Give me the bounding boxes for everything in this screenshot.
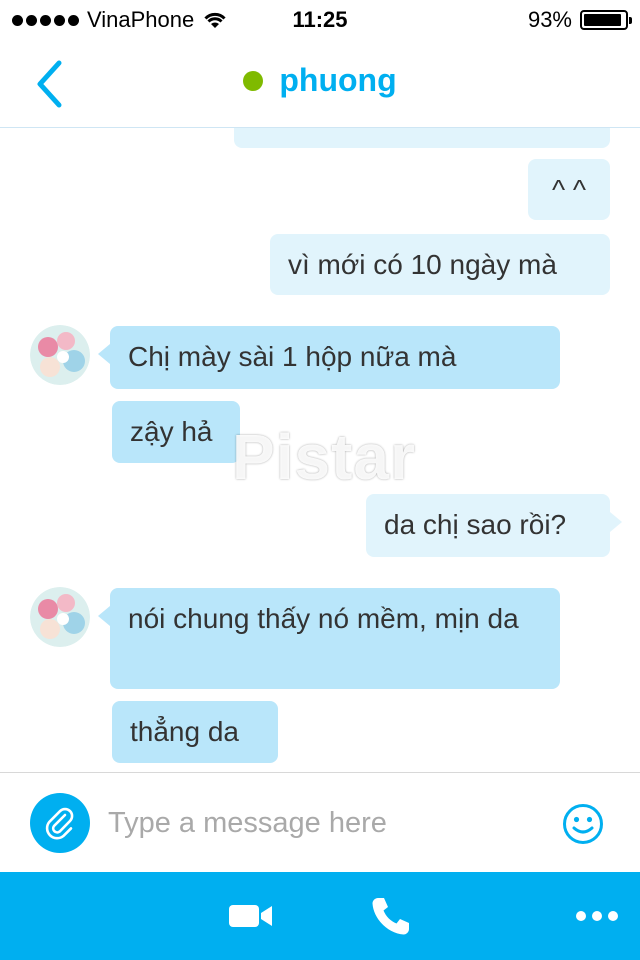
phone-icon <box>372 898 409 935</box>
message-bubble-incoming[interactable]: thẳng da <box>112 701 278 763</box>
message-text: nói chung thấy nó mềm, mịn da <box>128 603 519 634</box>
message-text: da chị sao rồi? <box>384 509 567 540</box>
message-bubble-outgoing[interactable]: ^ ^ <box>528 159 610 220</box>
message-bubble-outgoing[interactable] <box>234 128 610 148</box>
message-bubble-incoming[interactable]: nói chung thấy nó mềm, mịn da <box>98 588 560 689</box>
message-text: Chị mày sài 1 hộp nữa mà <box>128 341 457 372</box>
message-text: zậy hả <box>130 416 213 447</box>
more-icon <box>576 911 618 921</box>
avatar-image <box>30 325 90 385</box>
message-bubble-incoming[interactable]: Chị mày sài 1 hộp nữa mà <box>98 326 560 389</box>
message-bubble-incoming[interactable]: zậy hả <box>112 401 240 463</box>
emoji-button[interactable] <box>562 803 604 845</box>
message-text: vì mới có 10 ngày mà <box>288 249 557 280</box>
battery-icon <box>580 10 632 30</box>
avatar-image <box>30 587 90 647</box>
message-input[interactable] <box>108 797 538 849</box>
contact-avatar[interactable] <box>30 325 90 385</box>
message-bubble-outgoing[interactable]: da chị sao rồi? <box>366 494 622 557</box>
attach-button[interactable] <box>30 793 90 853</box>
contact-avatar[interactable] <box>30 587 90 647</box>
battery-fill <box>584 14 622 26</box>
smiley-icon <box>563 804 603 844</box>
conversation-title[interactable]: phuong <box>0 62 640 99</box>
paperclip-icon <box>45 807 74 840</box>
status-bar: VinaPhone 11:25 93% <box>0 0 640 40</box>
composer-bar <box>0 772 640 872</box>
contact-name: phuong <box>279 62 397 98</box>
message-text: thẳng da <box>130 716 239 747</box>
battery-percent: 93% <box>527 7 572 32</box>
message-bubble-outgoing[interactable]: vì mới có 10 ngày mà <box>270 234 610 295</box>
nav-bar: phuong <box>0 40 640 128</box>
video-call-button[interactable] <box>226 892 276 940</box>
video-call-icon <box>229 905 272 927</box>
call-toolbar <box>0 872 640 960</box>
online-status-icon <box>243 70 264 91</box>
more-options-button[interactable] <box>572 892 622 940</box>
voice-call-button[interactable] <box>366 892 416 940</box>
message-list[interactable]: ^ ^ vì mới có 10 ngày mà Chị mày sài 1 h… <box>0 128 640 772</box>
watermark: Pistar <box>232 421 416 493</box>
message-text: ^ ^ <box>551 174 587 205</box>
